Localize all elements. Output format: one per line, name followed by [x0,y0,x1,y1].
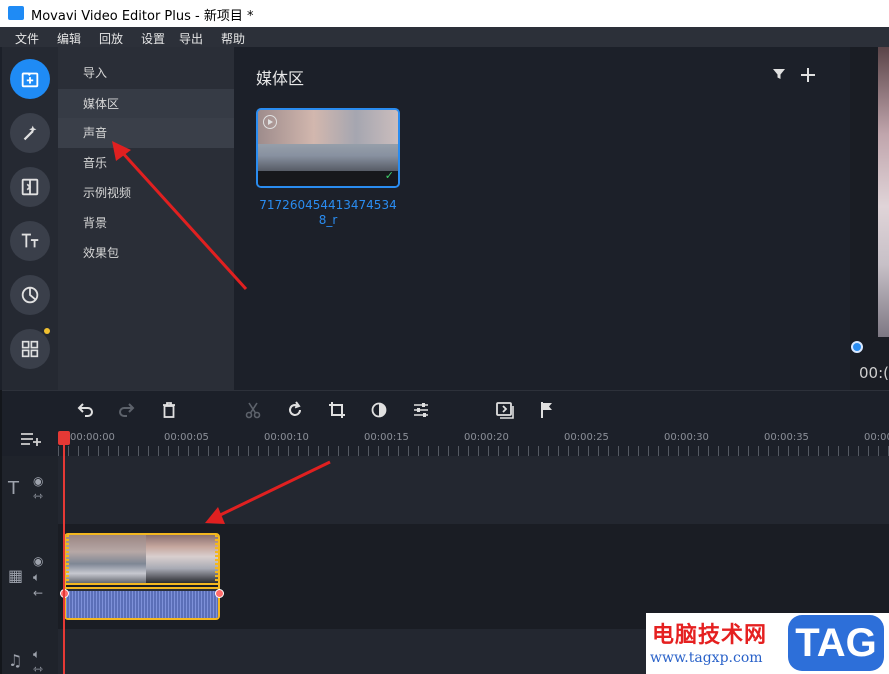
watermark-site-name: 电脑技术网 [652,623,768,648]
watermark-tag-logo: TAG [788,615,884,671]
app-window: Movavi Video Editor Plus - 新项目 * 文件 编辑 回… [0,0,889,674]
watermark-url: www.tagxp.com [650,650,763,666]
watermark: 电脑技术网 www.tagxp.com TAG [646,613,889,674]
annotation-arrows [112,141,331,524]
